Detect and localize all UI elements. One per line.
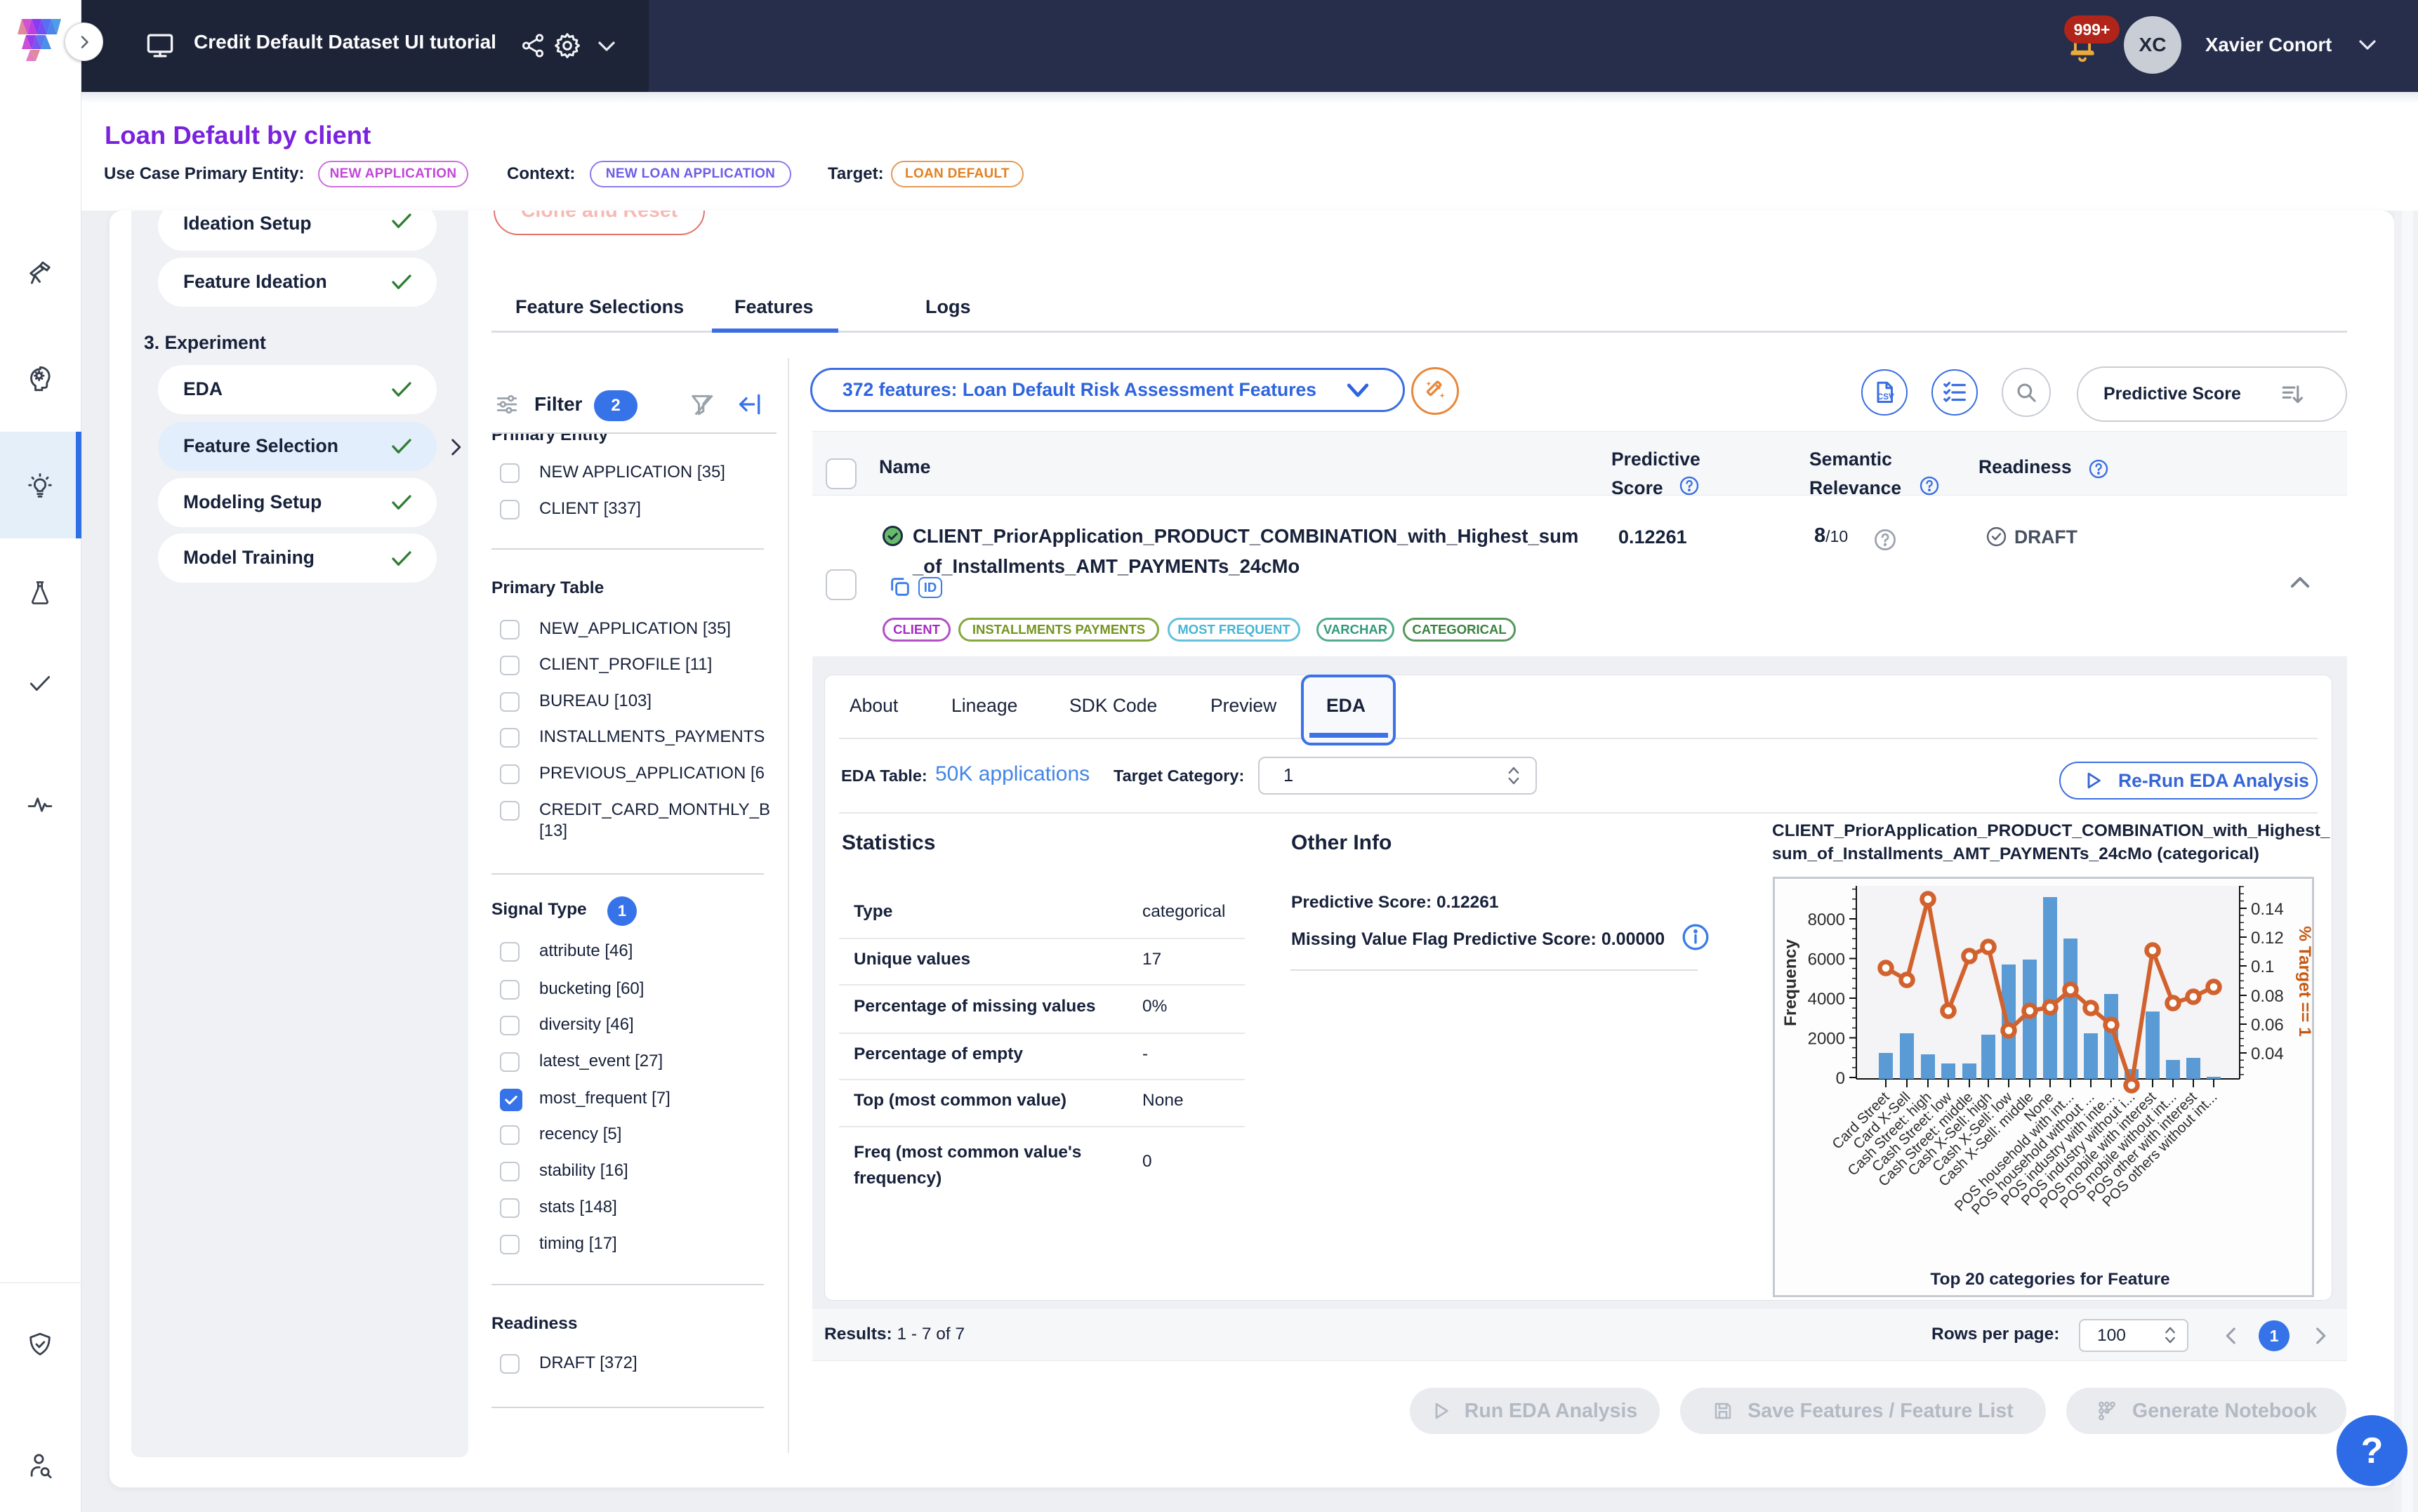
- svg-text:0: 0: [1836, 1069, 1845, 1088]
- svg-text:Frequency: Frequency: [1781, 939, 1800, 1026]
- svg-text:Top 20 categories for Feature: Top 20 categories for Feature: [1930, 1270, 2169, 1289]
- svg-text:8000: 8000: [1808, 910, 1845, 929]
- svg-text:0.06: 0.06: [2251, 1016, 2284, 1035]
- svg-text:0.14: 0.14: [2251, 900, 2284, 919]
- svg-text:% Target == 1: % Target == 1: [2295, 926, 2312, 1037]
- svg-text:0.12: 0.12: [2251, 929, 2284, 948]
- svg-text:4000: 4000: [1808, 990, 1845, 1009]
- svg-text:6000: 6000: [1808, 950, 1845, 969]
- svg-text:2000: 2000: [1808, 1030, 1845, 1049]
- svg-text:CSV: CSV: [1877, 392, 1894, 402]
- svg-text:0.08: 0.08: [2251, 987, 2284, 1006]
- svg-text:0.1: 0.1: [2251, 957, 2274, 976]
- svg-text:0.04: 0.04: [2251, 1045, 2284, 1063]
